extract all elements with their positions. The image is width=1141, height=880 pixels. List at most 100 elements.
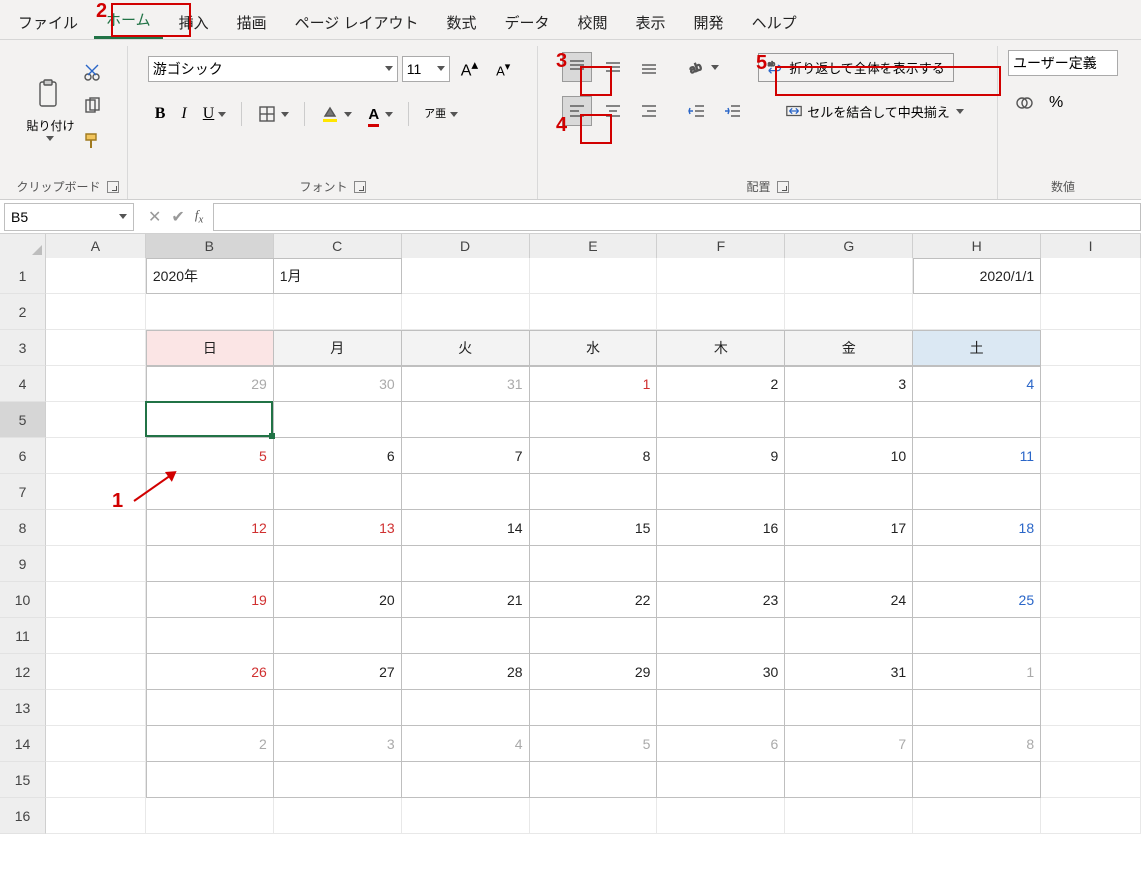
cell[interactable] [46,474,146,510]
cell[interactable]: 1月 [274,258,402,294]
cell[interactable]: 8 [913,726,1041,762]
cell[interactable] [913,618,1041,654]
cell[interactable] [785,798,913,834]
cell[interactable] [1041,294,1141,330]
cell[interactable] [657,690,785,726]
cell[interactable] [146,798,274,834]
cell[interactable]: 23 [657,582,785,618]
row-header-6[interactable]: 6 [0,438,46,474]
cell[interactable]: 29 [146,366,274,402]
cell[interactable] [530,690,658,726]
cell[interactable] [913,798,1041,834]
alignment-dialog-launcher[interactable] [777,181,789,193]
cell[interactable] [46,402,146,438]
cell[interactable] [913,690,1041,726]
increase-indent-button[interactable] [718,96,748,126]
worksheet[interactable]: ABCDEFGHI12020年1月2020/1/123日月火水木金土429303… [0,234,1141,834]
cell[interactable] [657,294,785,330]
cell[interactable] [46,294,146,330]
cell[interactable] [274,798,402,834]
cell[interactable]: 20 [274,582,402,618]
cell[interactable] [402,798,530,834]
col-header-G[interactable]: G [785,234,913,258]
font-dialog-launcher[interactable] [354,181,366,193]
cell[interactable] [1041,366,1141,402]
cancel-formula-icon[interactable]: ✕ [148,207,161,227]
col-header-D[interactable]: D [402,234,530,258]
row-header-7[interactable]: 7 [0,474,46,510]
cell[interactable] [657,402,785,438]
cell[interactable] [402,618,530,654]
cell[interactable] [402,762,530,798]
format-painter-button[interactable] [77,125,107,155]
name-box[interactable]: B5 [4,203,134,231]
cell[interactable] [530,294,658,330]
cell[interactable]: 7 [785,726,913,762]
bold-button[interactable]: B [150,100,171,128]
align-middle-button[interactable] [598,52,628,82]
cell[interactable] [146,402,274,438]
cell[interactable] [785,618,913,654]
cell[interactable] [785,474,913,510]
cell[interactable]: 水 [530,330,658,366]
phonetic-guide-button[interactable]: ア亜 [419,104,463,124]
cell[interactable]: 22 [530,582,658,618]
cell[interactable] [402,690,530,726]
row-header-1[interactable]: 1 [0,258,46,294]
cell[interactable] [46,798,146,834]
cell[interactable]: 2020/1/1 [913,258,1041,294]
cell[interactable] [657,618,785,654]
cell[interactable]: 7 [402,438,530,474]
menu-view[interactable]: 表示 [624,4,678,39]
font-name-combo[interactable]: 游ゴシック [148,56,398,82]
cell[interactable]: 17 [785,510,913,546]
cell[interactable] [657,762,785,798]
cell[interactable]: 9 [657,438,785,474]
cell[interactable] [1041,618,1141,654]
number-format-combo[interactable]: ユーザー定義 [1008,50,1118,76]
cell[interactable]: 16 [657,510,785,546]
cell[interactable]: 12 [146,510,274,546]
cell[interactable] [1041,798,1141,834]
row-header-3[interactable]: 3 [0,330,46,366]
cell[interactable] [46,258,146,294]
cell[interactable] [46,510,146,546]
cell[interactable] [402,294,530,330]
menu-formulas[interactable]: 数式 [434,4,488,39]
select-all-corner[interactable] [0,234,46,258]
cell[interactable] [274,546,402,582]
cell[interactable]: 15 [530,510,658,546]
cut-button[interactable] [77,57,107,87]
cell[interactable] [785,762,913,798]
cell[interactable]: 25 [913,582,1041,618]
cell[interactable] [657,546,785,582]
cell[interactable] [913,546,1041,582]
cell[interactable]: 4 [913,366,1041,402]
cell[interactable] [146,618,274,654]
cell[interactable] [1041,510,1141,546]
cell[interactable] [657,474,785,510]
cell[interactable] [530,762,658,798]
menu-developer[interactable]: 開発 [682,4,736,39]
cell[interactable]: 1 [913,654,1041,690]
cell[interactable]: 金 [785,330,913,366]
row-header-4[interactable]: 4 [0,366,46,402]
row-header-16[interactable]: 16 [0,798,46,834]
cell[interactable] [913,762,1041,798]
cell[interactable] [530,546,658,582]
cell[interactable] [530,798,658,834]
row-header-11[interactable]: 11 [0,618,46,654]
cell[interactable]: 27 [274,654,402,690]
cell[interactable]: 30 [657,654,785,690]
row-header-13[interactable]: 13 [0,690,46,726]
cell[interactable] [1041,402,1141,438]
cell[interactable]: 31 [785,654,913,690]
cell[interactable]: 5 [146,438,274,474]
cell[interactable]: 29 [530,654,658,690]
cell[interactable]: 18 [913,510,1041,546]
cell[interactable] [46,654,146,690]
cell[interactable]: 24 [785,582,913,618]
menu-page-layout[interactable]: ページ レイアウト [283,4,431,39]
col-header-H[interactable]: H [913,234,1041,258]
cell[interactable] [1041,330,1141,366]
